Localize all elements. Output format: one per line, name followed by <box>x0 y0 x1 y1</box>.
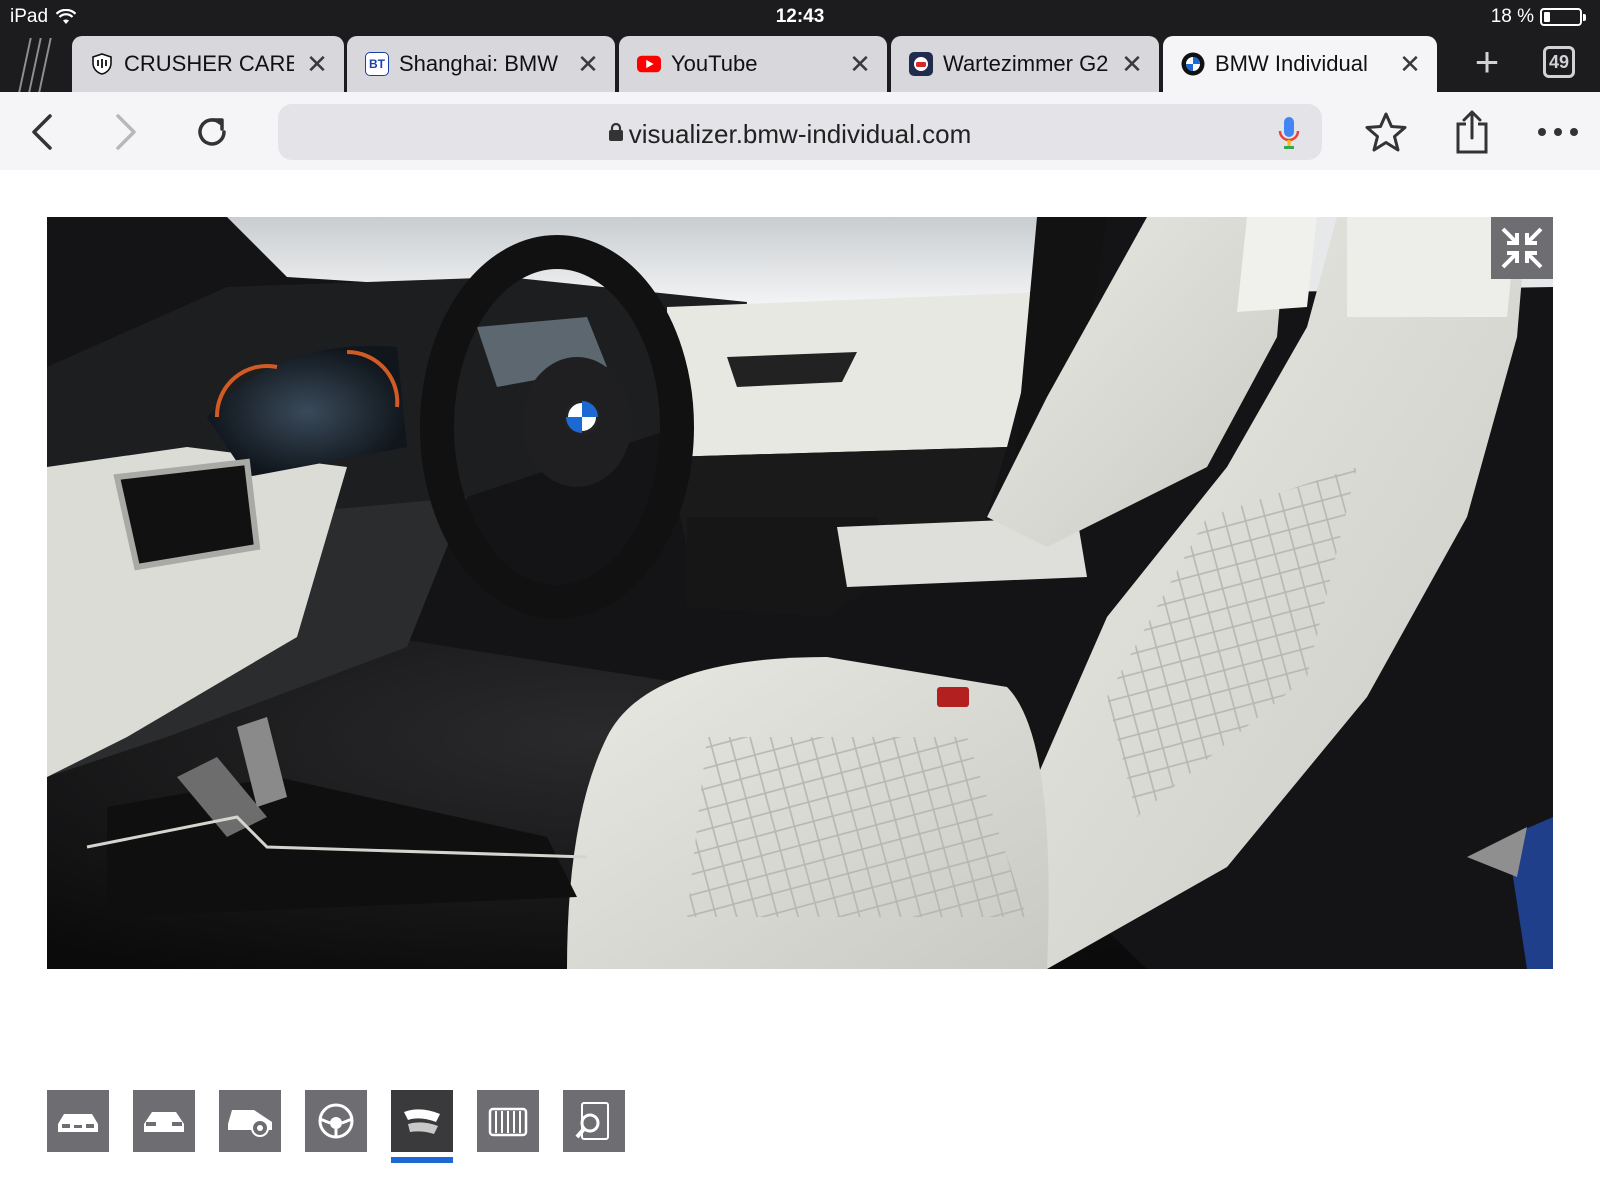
more-icon <box>1538 128 1578 136</box>
tab-bmw-individual[interactable]: BMW Individual ✕ <box>1163 36 1437 92</box>
shield-favicon-icon <box>90 52 114 76</box>
tab-title: BMW Individual <box>1215 51 1368 76</box>
device-indicator: iPad <box>10 6 77 28</box>
seat-upholstery-icon <box>488 1107 528 1137</box>
device-label: iPad <box>10 6 49 27</box>
address-url: visualizer.bmw-individual.com <box>628 119 972 149</box>
battery-percentage: 18 % <box>1490 6 1534 27</box>
more-button[interactable] <box>1530 104 1586 160</box>
reload-icon <box>198 118 226 146</box>
tab-youtube[interactable]: YouTube ✕ <box>619 36 887 92</box>
thumbnail-exterior-rear[interactable] <box>133 1090 195 1152</box>
browser-toolbar: visualizer.bmw-individual.com <box>0 92 1600 170</box>
tab-close-icon[interactable]: ✕ <box>847 49 873 80</box>
microphone-icon[interactable] <box>1278 116 1300 150</box>
status-time: 12:43 <box>775 6 825 27</box>
tab-close-icon[interactable]: ✕ <box>1119 49 1145 80</box>
thumbnail-upholstery[interactable] <box>477 1090 539 1152</box>
thumbnail-exterior-front[interactable] <box>47 1090 109 1152</box>
detail-zoom-icon <box>575 1102 609 1140</box>
thumbnail-steering[interactable] <box>305 1090 367 1152</box>
steering-wheel-icon <box>318 1103 354 1139</box>
tab-close-icon[interactable]: ✕ <box>575 49 601 80</box>
back-button[interactable] <box>14 104 70 160</box>
car-rear-view-icon <box>144 1112 184 1132</box>
bt-favicon-icon: BT <box>365 52 389 76</box>
tab-title: Wartezimmer G2 <box>943 51 1109 76</box>
status-bar: iPad 12:43 18 % <box>0 0 1600 32</box>
wartezimmer-favicon-icon <box>909 52 933 76</box>
tab-stack-indicator[interactable] <box>10 36 70 92</box>
bookmark-star-icon <box>1365 112 1407 152</box>
active-thumbnail-indicator <box>391 1157 453 1163</box>
bmw-favicon-icon <box>1181 52 1205 76</box>
tab-close-icon[interactable]: ✕ <box>304 49 330 80</box>
wheel-rim-icon <box>228 1110 272 1137</box>
tab-shanghai-bmw[interactable]: BT Shanghai: BMW 3 ✕ <box>347 36 615 92</box>
battery-icon <box>1540 8 1586 26</box>
thumbnail-interior-trim[interactable] <box>391 1090 453 1152</box>
share-icon <box>1456 110 1488 154</box>
car-front-view-icon <box>58 1114 98 1132</box>
tab-wartezimmer[interactable]: Wartezimmer G2 ✕ <box>891 36 1159 92</box>
tab-count-button[interactable]: 49 <box>1543 46 1575 78</box>
new-tab-button[interactable]: + <box>1462 38 1512 88</box>
collapse-fullscreen-icon <box>1501 227 1543 269</box>
tab-strip: CRUSHER CARB ✕ BT Shanghai: BMW 3 ✕ YouT… <box>0 32 1600 92</box>
reload-button[interactable] <box>184 104 240 160</box>
interior-viewer[interactable] <box>47 217 1553 969</box>
car-interior-image <box>47 217 1553 969</box>
thumbnail-details[interactable] <box>563 1090 625 1152</box>
share-button[interactable] <box>1444 104 1500 160</box>
collapse-fullscreen-button[interactable] <box>1491 217 1553 279</box>
forward-icon <box>116 114 136 150</box>
bookmark-button[interactable] <box>1358 104 1414 160</box>
tab-close-icon[interactable]: ✕ <box>1397 49 1423 80</box>
back-icon <box>32 114 52 150</box>
thumbnail-wheels[interactable] <box>219 1090 281 1152</box>
address-bar[interactable]: visualizer.bmw-individual.com <box>278 104 1322 160</box>
youtube-favicon-icon <box>637 52 661 76</box>
tab-title: YouTube <box>671 51 758 76</box>
interior-trim-icon <box>404 1109 440 1134</box>
tab-crusher-carb[interactable]: CRUSHER CARB ✕ <box>72 36 344 92</box>
battery-indicator: 18 % <box>1490 6 1586 28</box>
forward-button[interactable] <box>98 104 154 160</box>
wifi-icon <box>56 9 77 24</box>
tab-title: CRUSHER CARB <box>124 51 294 76</box>
tab-title: Shanghai: BMW 3 <box>399 51 565 76</box>
